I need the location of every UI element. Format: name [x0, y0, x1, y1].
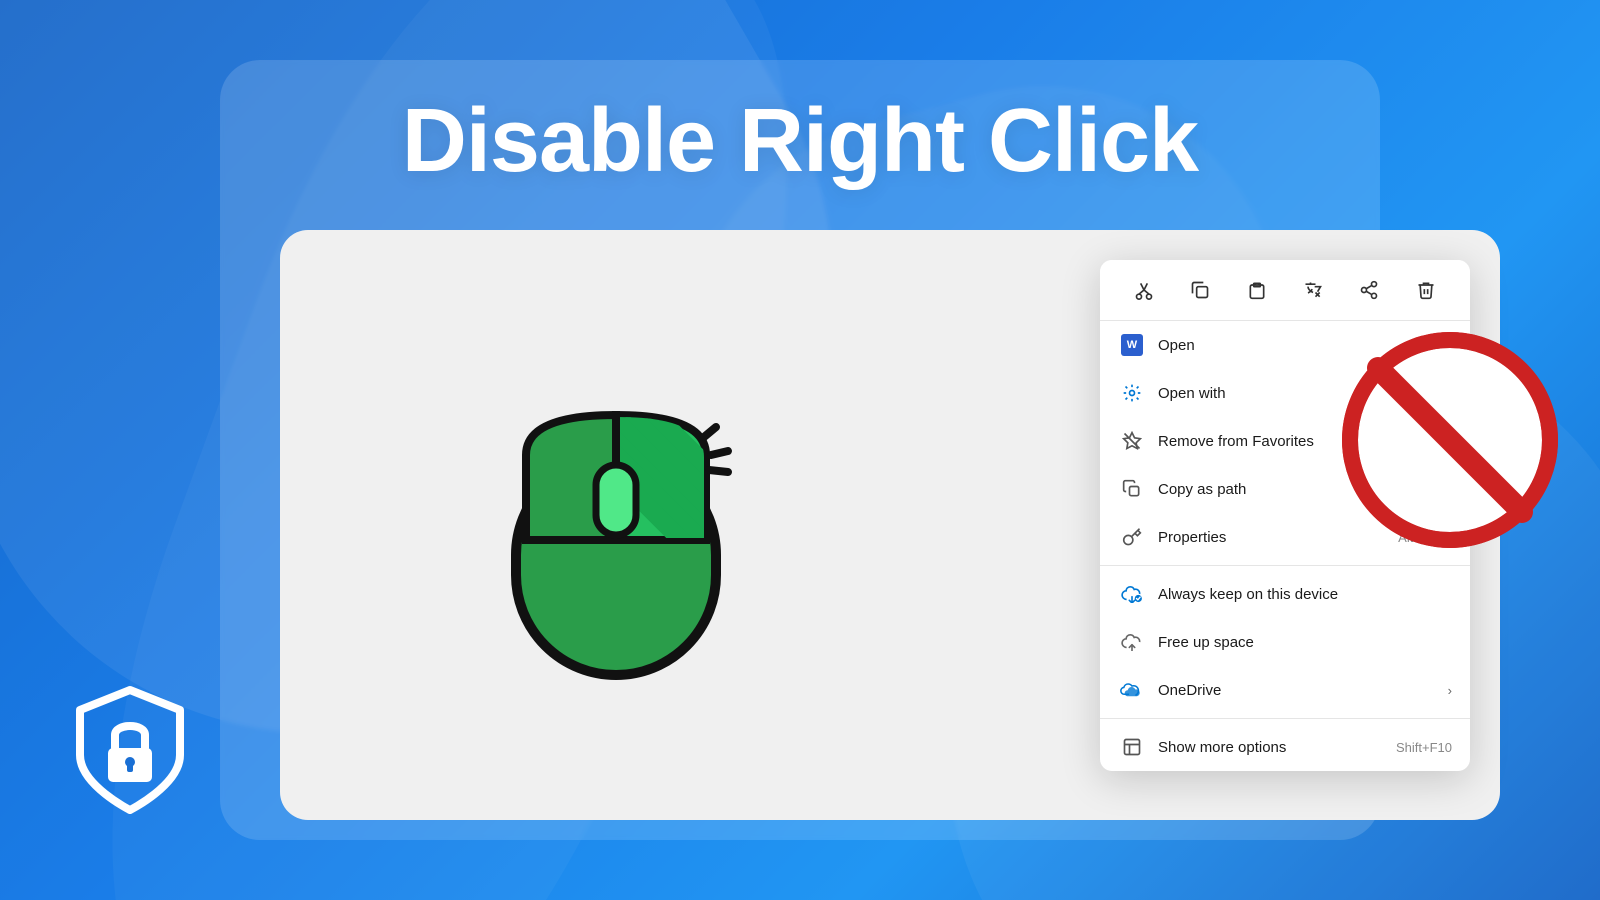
word-icon: W	[1118, 331, 1146, 359]
onedrive-label: OneDrive	[1158, 682, 1440, 699]
free-space-label: Free up space	[1158, 634, 1452, 651]
onedrive-icon	[1118, 676, 1146, 704]
context-menu: W Open Enter Open with › Remove fr	[1100, 260, 1470, 771]
show-more-label: Show more options	[1158, 739, 1396, 756]
inner-card: W Open Enter Open with › Remove fr	[280, 230, 1500, 820]
always-keep-label: Always keep on this device	[1158, 586, 1452, 603]
open-shortcut: Enter	[1421, 338, 1452, 353]
menu-item-free-space[interactable]: Free up space	[1100, 618, 1470, 666]
open-label: Open	[1158, 337, 1421, 354]
star-icon	[1118, 427, 1146, 455]
always-keep-icon	[1118, 580, 1146, 608]
menu-item-always-keep[interactable]: Always keep on this device	[1100, 570, 1470, 618]
copy-button[interactable]	[1180, 270, 1220, 310]
menu-item-onedrive[interactable]: OneDrive ›	[1100, 666, 1470, 714]
free-space-icon	[1118, 628, 1146, 656]
copy-path-label: Copy as path	[1158, 481, 1452, 498]
menu-item-remove-favorites[interactable]: Remove from Favorites	[1100, 417, 1470, 465]
copy-path-icon	[1118, 475, 1146, 503]
menu-icon-bar	[1100, 260, 1470, 321]
shield-lock-icon	[60, 680, 200, 820]
show-more-icon	[1118, 733, 1146, 761]
menu-item-open[interactable]: W Open Enter	[1100, 321, 1470, 369]
onedrive-arrow: ›	[1448, 683, 1452, 698]
mouse-svg	[476, 355, 756, 695]
share-button[interactable]	[1349, 270, 1389, 310]
separator-1	[1100, 565, 1470, 566]
translate-button[interactable]	[1293, 270, 1333, 310]
menu-item-properties[interactable]: Properties Alt+Enter	[1100, 513, 1470, 561]
menu-item-open-with[interactable]: Open with ›	[1100, 369, 1470, 417]
open-with-arrow: ›	[1448, 386, 1452, 401]
delete-button[interactable]	[1406, 270, 1446, 310]
mouse-illustration-area	[280, 230, 951, 820]
page-title: Disable Right Click	[0, 90, 1600, 193]
paste-button[interactable]	[1237, 270, 1277, 310]
cut-button[interactable]	[1124, 270, 1164, 310]
menu-item-copy-path[interactable]: Copy as path	[1100, 465, 1470, 513]
remove-favorites-label: Remove from Favorites	[1158, 433, 1452, 450]
open-with-icon	[1118, 379, 1146, 407]
show-more-shortcut: Shift+F10	[1396, 740, 1452, 755]
menu-item-show-more[interactable]: Show more options Shift+F10	[1100, 723, 1470, 771]
separator-2	[1100, 718, 1470, 719]
open-with-label: Open with	[1158, 385, 1440, 402]
properties-icon	[1118, 523, 1146, 551]
properties-label: Properties	[1158, 529, 1398, 546]
properties-shortcut: Alt+Enter	[1398, 530, 1452, 545]
